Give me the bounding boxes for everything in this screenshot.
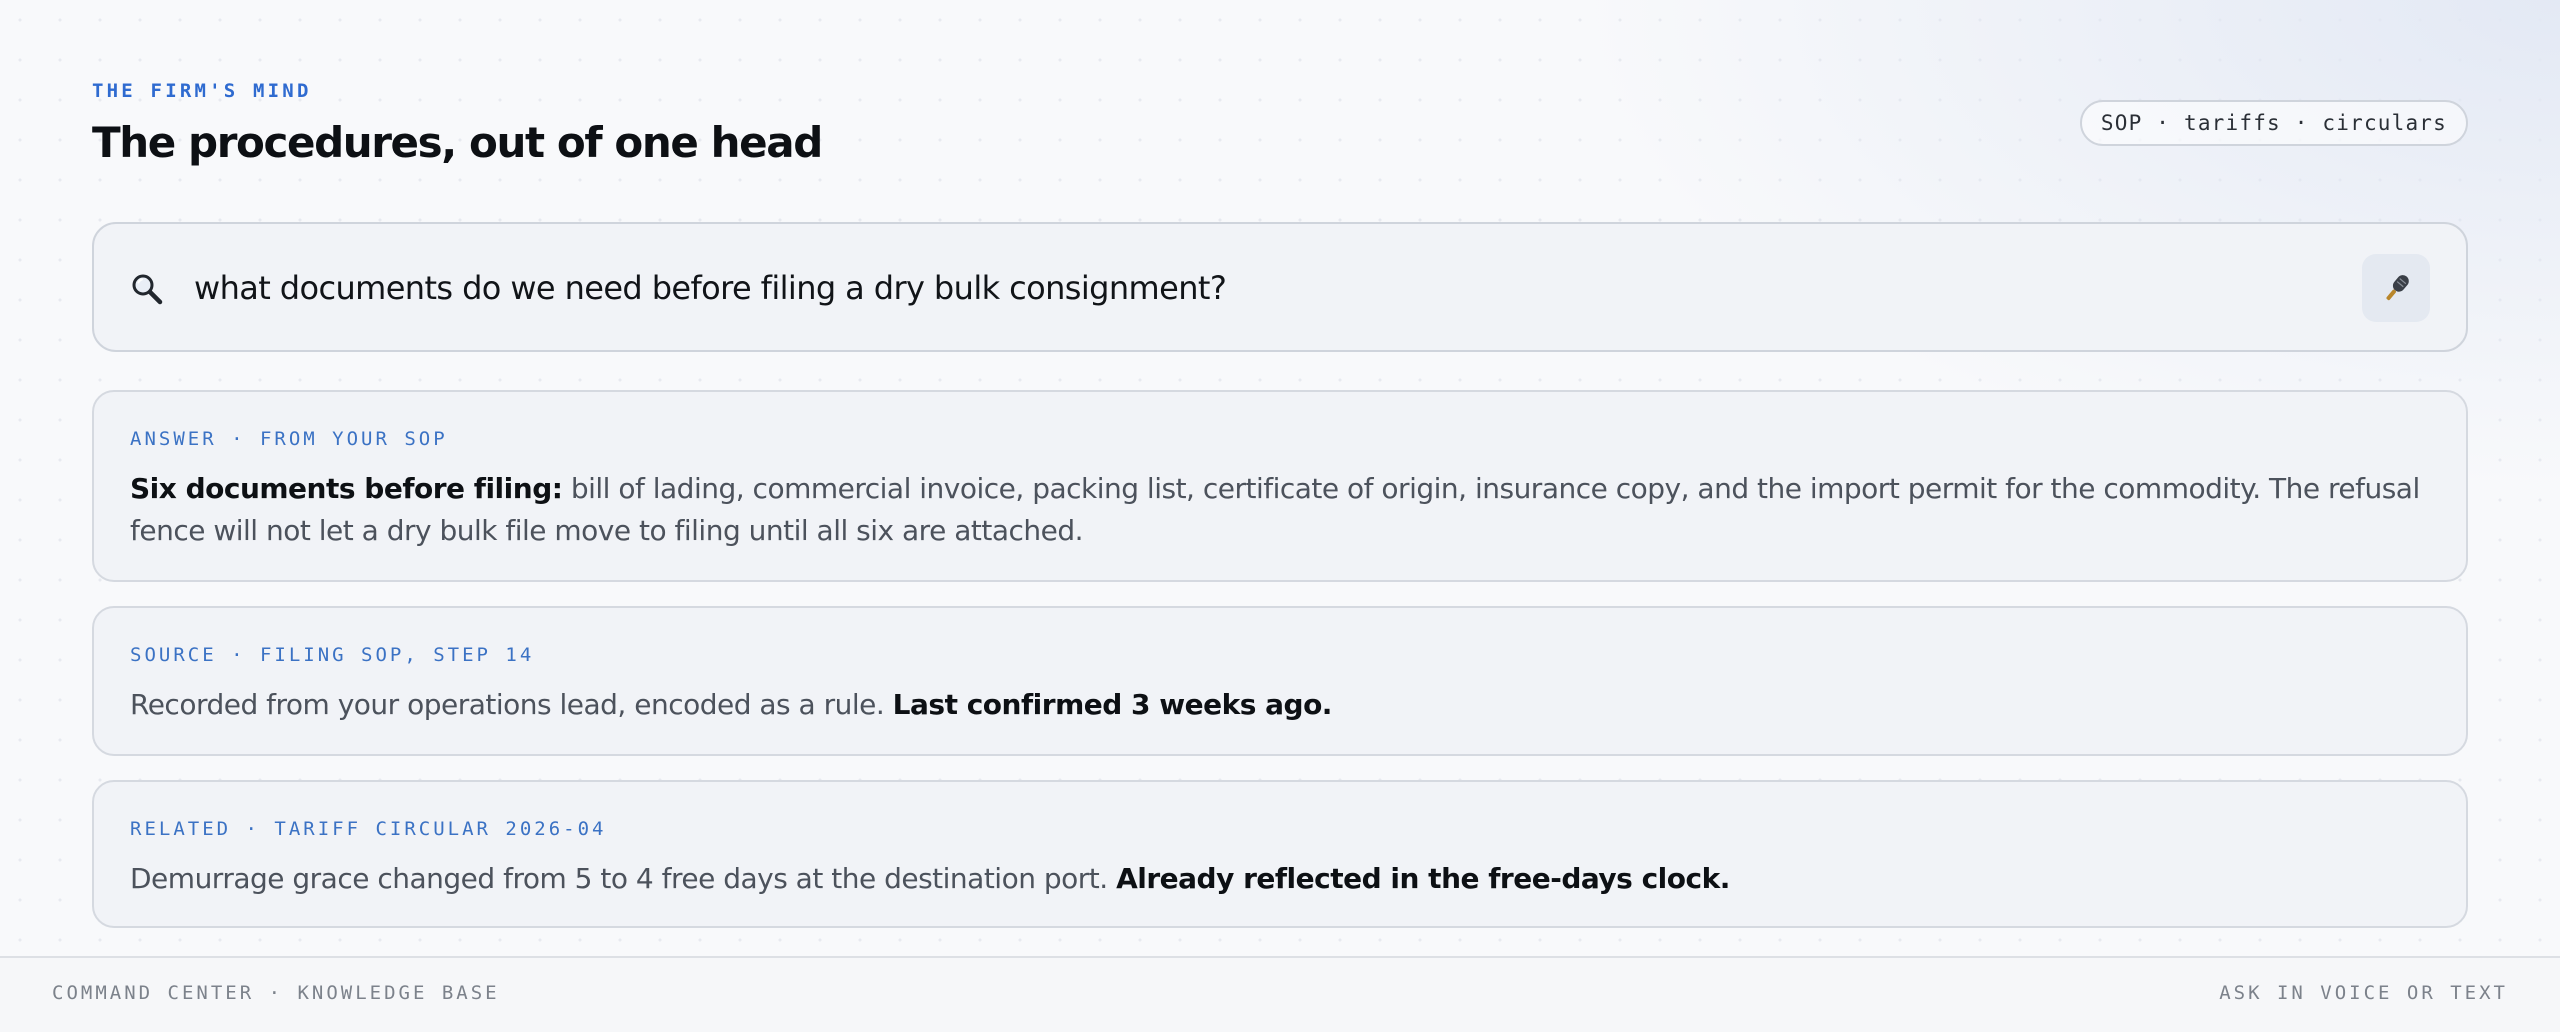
answer-lead: Six documents before filing:: [130, 472, 563, 505]
scope-tags-pill[interactable]: SOP · tariffs · circulars: [2079, 100, 2468, 146]
source-card[interactable]: SOURCE · FILING SOP, STEP 14 Recorded fr…: [92, 606, 2468, 756]
related-text: Demurrage grace changed from 5 to 4 free…: [130, 858, 2430, 900]
microphone-icon: [2386, 275, 2409, 301]
search-input[interactable]: [194, 260, 2294, 316]
related-card-label: RELATED · TARIFF CIRCULAR 2026-04: [130, 818, 607, 840]
related-card[interactable]: RELATED · TARIFF CIRCULAR 2026-04 Demurr…: [92, 780, 2468, 928]
answer-card: ANSWER · FROM YOUR SOP Six documents bef…: [92, 390, 2468, 582]
related-body: Demurrage grace changed from 5 to 4 free…: [130, 862, 1117, 895]
page-title: The procedures, out of one head: [92, 118, 823, 167]
answer-text: Six documents before filing: bill of lad…: [130, 468, 2430, 552]
source-text: Recorded from your operations lead, enco…: [130, 684, 2430, 726]
section-eyebrow: THE FIRM'S MIND: [92, 80, 312, 102]
search-icon: [130, 272, 164, 306]
source-body: Recorded from your operations lead, enco…: [130, 688, 893, 721]
answer-card-label: ANSWER · FROM YOUR SOP: [130, 428, 448, 450]
footer-hint: ASK IN VOICE OR TEXT: [2219, 982, 2508, 1004]
search-box[interactable]: [92, 222, 2468, 352]
footer-bar: COMMAND CENTER · KNOWLEDGE BASE ASK IN V…: [0, 956, 2560, 1032]
source-emphasis: Last confirmed 3 weeks ago.: [892, 688, 1333, 721]
footer-breadcrumb: COMMAND CENTER · KNOWLEDGE BASE: [52, 982, 500, 1004]
voice-input-button[interactable]: [2362, 254, 2430, 322]
source-card-label: SOURCE · FILING SOP, STEP 14: [130, 644, 535, 666]
related-emphasis: Already reflected in the free-days clock…: [1116, 862, 1730, 895]
